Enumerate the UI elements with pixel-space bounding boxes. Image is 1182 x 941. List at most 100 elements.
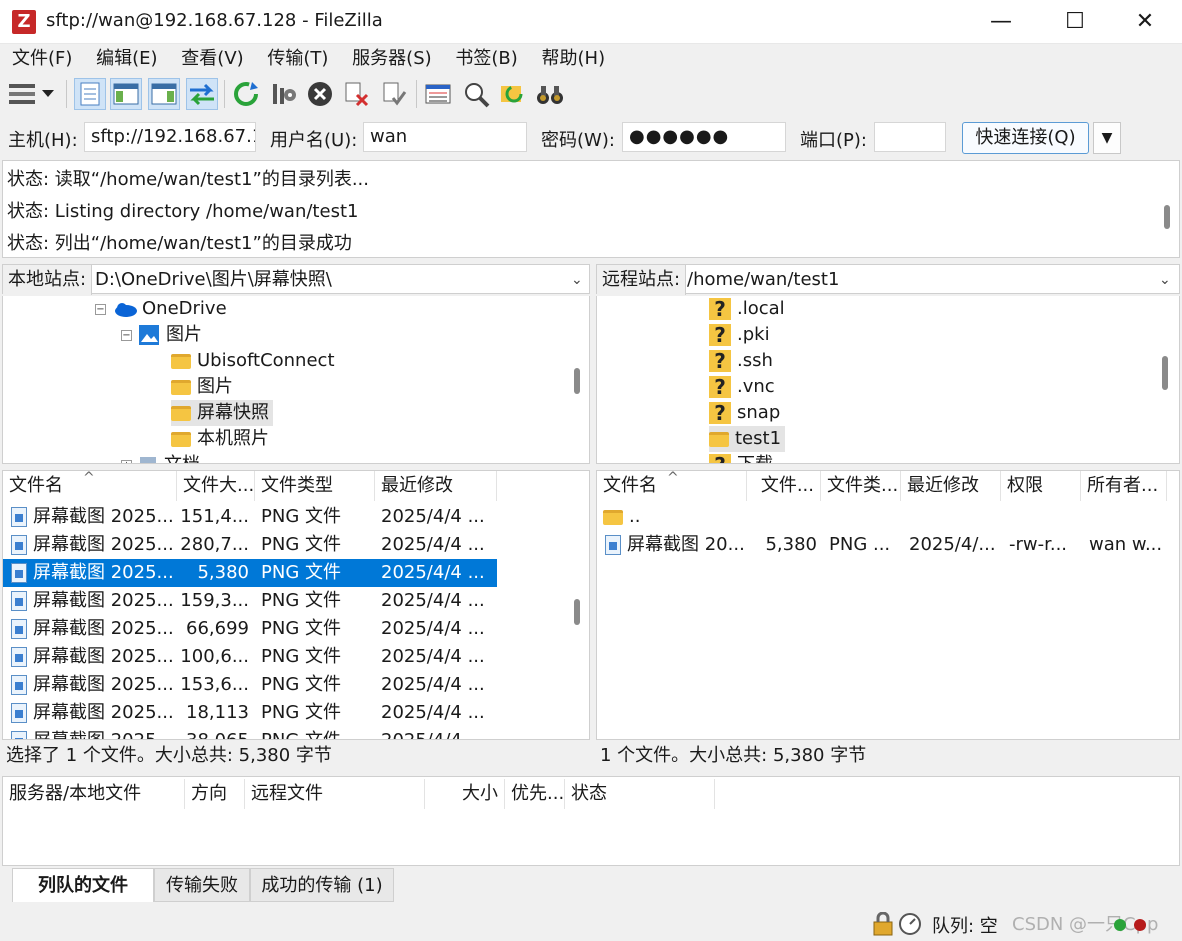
queue-column-direction[interactable]: 方向 [185, 779, 245, 809]
queue-column-server-local-file[interactable]: 服务器/本地文件 [3, 779, 185, 809]
column-header-filesize[interactable]: 文件大... [177, 471, 255, 501]
menu-help[interactable]: 帮助(H) [536, 44, 612, 74]
site-manager-icon[interactable] [6, 78, 38, 110]
file-name: 屏幕截图 2025... [33, 646, 174, 667]
tab-queued-files[interactable]: 列队的文件 [12, 868, 154, 902]
png-file-icon [11, 619, 27, 639]
column-header-filetype[interactable]: 文件类... [821, 471, 901, 501]
close-window-button[interactable]: ✕ [1110, 0, 1180, 44]
queue-column-remote-file[interactable]: 远程文件 [245, 779, 425, 809]
expand-icon[interactable]: + [121, 459, 132, 463]
remote-path-input[interactable]: /home/wan/test1 [687, 265, 839, 295]
maximize-button[interactable]: ☐ [1040, 0, 1110, 44]
column-header-owner[interactable]: 所有者... [1081, 471, 1167, 501]
file-row[interactable]: 屏幕截图 2025... 66,699 PNG 文件 2025/4/4 ... [3, 615, 497, 643]
username-label: 用户名(U): [270, 130, 358, 151]
tree-item-label: UbisoftConnect [197, 350, 335, 371]
synchronized-browsing-icon[interactable] [496, 78, 528, 110]
tree-item[interactable]: UbisoftConnect [171, 348, 335, 374]
menu-file[interactable]: 文件(F) [6, 44, 78, 74]
collapse-icon[interactable]: − [121, 329, 132, 341]
chevron-down-icon[interactable]: ⌄ [1159, 265, 1171, 295]
tab-failed-transfers[interactable]: 传输失败 [154, 868, 250, 902]
toggle-message-log-icon[interactable] [74, 78, 106, 110]
reconnect-icon[interactable] [378, 78, 410, 110]
tree-item[interactable]: 图片 [171, 374, 233, 400]
queue-column-status[interactable]: 状态 [565, 779, 715, 809]
remote-tree-scrollbar[interactable] [1162, 356, 1168, 390]
directory-listing-filters-icon[interactable] [422, 78, 454, 110]
tree-item[interactable]: 本机照片 [171, 426, 269, 452]
refresh-icon[interactable] [230, 78, 262, 110]
column-header-filetype[interactable]: 文件类型 [255, 471, 375, 501]
compare-directories-icon[interactable] [460, 78, 492, 110]
parent-directory-row[interactable]: .. [597, 503, 1167, 531]
column-header-permissions[interactable]: 权限 [1001, 471, 1081, 501]
transfer-indicator-icon [1114, 919, 1146, 931]
collapse-icon[interactable]: − [95, 303, 106, 315]
menu-view[interactable]: 查看(V) [175, 44, 249, 74]
png-file-icon [605, 535, 621, 555]
menu-bookmarks[interactable]: 书签(B) [449, 44, 523, 74]
queue-column-priority[interactable]: 优先... [505, 779, 565, 809]
file-size: 66,699 [186, 618, 249, 639]
dropdown-arrow-icon[interactable] [38, 78, 58, 110]
minimize-button[interactable]: — [966, 0, 1036, 44]
tree-item[interactable]: ? 下载 [709, 452, 773, 463]
tree-item[interactable]: ? .local [709, 296, 785, 322]
file-row[interactable]: 屏幕截图 2025... 38,065 PNG 文件 2025/4/4 ... [3, 727, 497, 739]
chevron-down-icon[interactable]: ⌄ [571, 265, 583, 295]
host-input[interactable]: sftp://192.168.67.1 [84, 122, 256, 152]
tree-item[interactable]: + 文档 [121, 452, 200, 463]
tree-item[interactable]: − 图片 [121, 322, 202, 348]
disconnect-icon[interactable] [340, 78, 372, 110]
tree-item[interactable]: − OneDrive [95, 296, 227, 322]
toggle-remote-tree-icon[interactable] [148, 78, 180, 110]
file-row[interactable]: 屏幕截图 20... 5,380 PNG ... 2025/4/... -rw-… [597, 531, 1167, 559]
column-header-modified[interactable]: 最近修改 [375, 471, 497, 501]
file-row[interactable]: 屏幕截图 2025... 18,113 PNG 文件 2025/4/4 ... [3, 699, 497, 727]
local-list-scrollbar[interactable] [574, 599, 580, 625]
local-path-input[interactable]: D:\OneDrive\图片\屏幕快照\ [95, 265, 332, 295]
file-row[interactable]: 屏幕截图 2025... 280,7... PNG 文件 2025/4/4 ... [3, 531, 497, 559]
process-queue-icon[interactable] [268, 78, 300, 110]
column-header-modified[interactable]: 最近修改 [901, 471, 1001, 501]
file-row[interactable]: 屏幕截图 2025... 159,3... PNG 文件 2025/4/4 ... [3, 587, 497, 615]
tree-item[interactable]: ? .vnc [709, 374, 775, 400]
tree-item[interactable]: ? .pki [709, 322, 770, 348]
local-file-list: 文件名 ^ 文件大... 文件类型 最近修改 屏幕截图 2025... 151,4.… [2, 470, 590, 740]
tree-item[interactable]: ? snap [709, 400, 780, 426]
file-row[interactable]: 屏幕截图 2025... 100,6... PNG 文件 2025/4/4 ... [3, 643, 497, 671]
file-type: PNG 文件 [261, 727, 371, 739]
column-header-filename[interactable]: 文件名 ^ [3, 471, 177, 501]
cancel-icon[interactable] [304, 78, 336, 110]
toggle-transfer-queue-icon[interactable] [186, 78, 218, 110]
quickconnect-history-dropdown[interactable]: ▼ [1093, 122, 1121, 154]
queue-column-size[interactable]: 大小 [425, 779, 505, 809]
search-remote-files-icon[interactable] [534, 78, 566, 110]
username-input[interactable]: wan [363, 122, 527, 152]
pictures-icon [139, 325, 159, 345]
menu-server[interactable]: 服务器(S) [346, 44, 437, 74]
tree-item-selected[interactable]: 屏幕快照 [171, 400, 273, 426]
tab-successful-transfers[interactable]: 成功的传输 (1) [250, 868, 394, 902]
speed-limit-icon[interactable] [898, 912, 922, 936]
file-row[interactable]: 屏幕截图 2025... 153,6... PNG 文件 2025/4/4 ... [3, 671, 497, 699]
column-header-filesize[interactable]: 文件... [747, 471, 821, 501]
port-input[interactable] [874, 122, 946, 152]
file-row-selected[interactable]: 屏幕截图 2025... 5,380 PNG 文件 2025/4/4 ... [3, 559, 497, 587]
local-site-bar: 本地站点: D:\OneDrive\图片\屏幕快照\ ⌄ [2, 264, 590, 295]
log-scrollbar[interactable] [1164, 205, 1170, 229]
file-modified: 2025/4/4 ... [381, 702, 485, 723]
menu-edit[interactable]: 编辑(E) [90, 44, 163, 74]
tree-item-label: 屏幕快照 [197, 402, 269, 423]
file-row[interactable]: 屏幕截图 2025... 151,4... PNG 文件 2025/4/4 ... [3, 503, 497, 531]
local-tree-scrollbar[interactable] [574, 368, 580, 394]
column-header-filename[interactable]: 文件名 ^ [597, 471, 747, 501]
toggle-local-tree-icon[interactable] [110, 78, 142, 110]
tree-item-selected[interactable]: test1 [709, 426, 786, 452]
quickconnect-button[interactable]: 快速连接(Q) [962, 122, 1089, 154]
menu-transfer[interactable]: 传输(T) [261, 44, 334, 74]
tree-item[interactable]: ? .ssh [709, 348, 773, 374]
password-input[interactable]: ●●●●●● [622, 122, 786, 152]
